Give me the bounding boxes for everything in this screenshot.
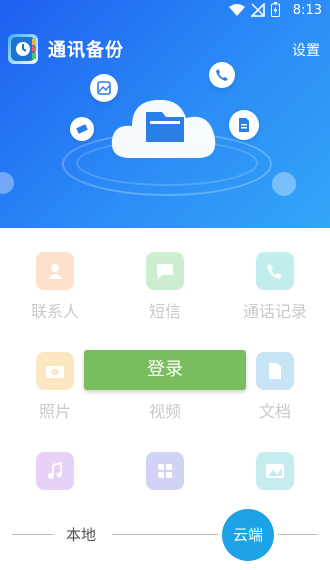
grid-item-label: 联系人: [30, 302, 79, 321]
tab-cloud[interactable]: 云端: [222, 509, 274, 561]
ticket-bubble-icon: [70, 117, 94, 141]
grid-item-contacts[interactable]: 联系人: [0, 228, 110, 322]
grid-item-sms[interactable]: 短信: [110, 228, 220, 322]
divider-line: [12, 534, 54, 535]
divider-line: [278, 534, 318, 535]
wifi-icon: [229, 3, 245, 16]
phone-icon: [256, 252, 294, 290]
grid-item-label: 文档: [258, 402, 291, 421]
grid-item-apps[interactable]: [110, 428, 220, 498]
grid-item-call-log[interactable]: 通话记录: [220, 228, 330, 322]
status-time: 8:13: [292, 3, 322, 18]
sms-icon: [146, 252, 184, 290]
no-signal-icon: [251, 2, 265, 17]
tab-local[interactable]: 本地: [66, 524, 96, 545]
photo-bubble-icon: [90, 74, 118, 102]
contact-icon: [36, 252, 74, 290]
apps-icon: [146, 452, 184, 490]
grid-item-label: 通话记录: [242, 302, 307, 321]
music-icon: [36, 452, 74, 490]
grid-item-label: 短信: [148, 302, 181, 321]
camera-icon: [36, 352, 74, 390]
grid-item-label: 视频: [148, 402, 181, 421]
document-icon: [256, 352, 294, 390]
image-icon: [256, 452, 294, 490]
status-icons: [229, 2, 280, 17]
grid-item-label: 照片: [38, 402, 71, 421]
app-title: 通讯备份: [48, 40, 124, 61]
decor-dot: [0, 172, 14, 194]
bottom-tab-bar: 本地 云端: [0, 505, 330, 565]
phone-bubble-icon: [209, 62, 235, 88]
login-button[interactable]: 登录: [84, 350, 246, 390]
cloud-folder-illustration: [111, 99, 216, 158]
status-bar: 8:13: [0, 0, 330, 24]
app-logo: [8, 34, 38, 64]
settings-button[interactable]: 设置: [292, 40, 320, 60]
divider-line: [112, 534, 218, 535]
header-banner: 8:13 通讯备份 设置: [0, 0, 330, 228]
decor-dot: [272, 172, 296, 196]
grid-item-music[interactable]: [0, 428, 110, 498]
battery-icon: [271, 2, 280, 17]
app-bar: 通讯备份 设置: [0, 30, 330, 68]
grid-item-images[interactable]: [220, 428, 330, 498]
document-bubble-icon: [229, 110, 259, 140]
